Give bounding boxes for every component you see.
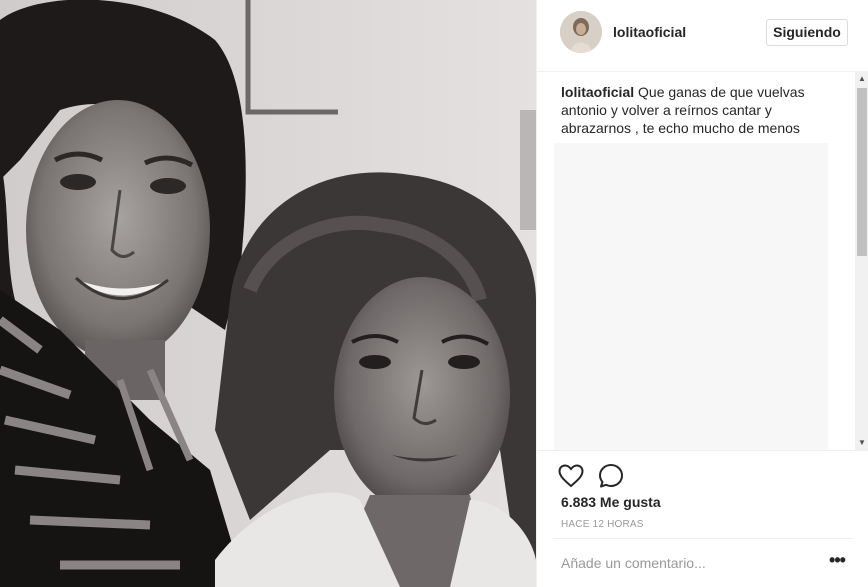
header-username[interactable]: lolitaoficial	[613, 24, 686, 40]
scroll-thumb[interactable]	[857, 88, 867, 256]
post-header: lolitaoficial Siguiendo	[537, 0, 868, 72]
comment-bubble-icon[interactable]	[597, 462, 625, 490]
instagram-post: lolitaoficial Siguiendo lolitaoficial Qu…	[0, 0, 868, 587]
comments-scrollbar[interactable]: ▲ ▼	[855, 72, 868, 450]
post-actions	[537, 450, 868, 488]
embedded-media-placeholder	[554, 143, 828, 450]
more-options-icon[interactable]: •••	[827, 551, 847, 573]
post-timestamp[interactable]: HACE 12 HORAS	[561, 519, 644, 530]
black-and-white-photo	[0, 0, 536, 587]
heart-icon[interactable]	[557, 462, 585, 490]
add-comment-bar: •••	[553, 538, 853, 587]
avatar[interactable]	[560, 11, 602, 53]
likes-count[interactable]: 6.883 Me gusta	[561, 494, 661, 510]
post-sidebar: lolitaoficial Siguiendo lolitaoficial Qu…	[536, 0, 868, 587]
comments-area: lolitaoficial Que ganas de que vuelvas a…	[537, 72, 868, 450]
post-caption: lolitaoficial Que ganas de que vuelvas a…	[561, 83, 841, 137]
following-button[interactable]: Siguiendo	[766, 19, 848, 46]
post-photo[interactable]	[0, 0, 536, 587]
scroll-down-arrow-icon[interactable]: ▼	[855, 436, 868, 450]
caption-username[interactable]: lolitaoficial	[561, 84, 634, 100]
scroll-up-arrow-icon[interactable]: ▲	[855, 72, 868, 86]
avatar-image	[560, 11, 602, 53]
comment-input[interactable]	[561, 553, 811, 573]
